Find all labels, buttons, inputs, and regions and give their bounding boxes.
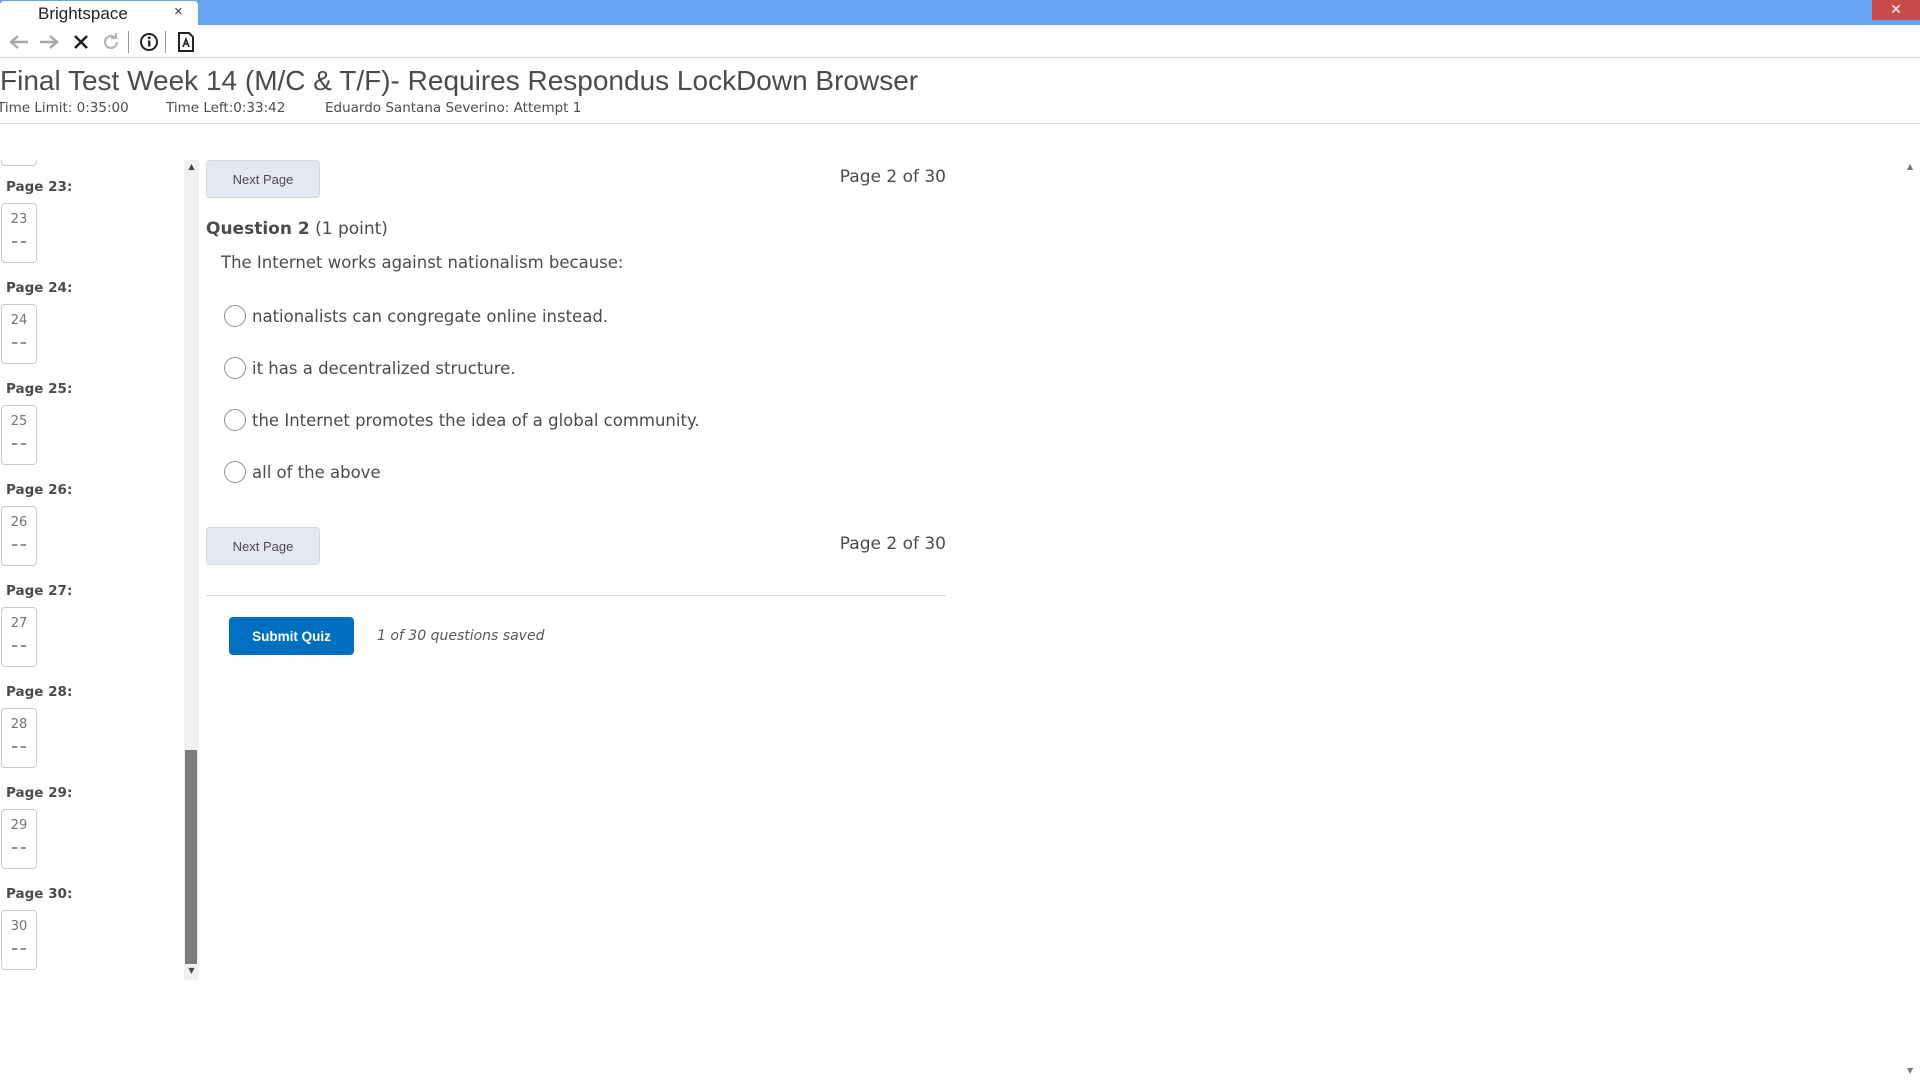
tab-title: Brightspace [38, 4, 128, 23]
submit-quiz-button[interactable]: Submit Quiz [229, 617, 354, 655]
question-number-label: Question 2 [206, 219, 310, 239]
radio-button[interactable] [224, 305, 246, 327]
question-box-partial[interactable] [1, 160, 37, 166]
unanswered-marker [12, 241, 26, 243]
answer-option[interactable]: it has a decentralized structure. [224, 357, 516, 379]
saved-status: 1 of 30 questions saved [377, 628, 545, 644]
title-bar: Brightspace × ✕ [0, 0, 1920, 25]
question-number: 25 [10, 414, 28, 429]
sidebar-scrollbar-thumb[interactable] [185, 750, 197, 964]
unanswered-marker [12, 645, 26, 647]
page-label: Page 30: [6, 886, 73, 902]
next-page-button-bottom[interactable]: Next Page [206, 527, 320, 565]
info-icon[interactable] [136, 29, 162, 55]
browser-toolbar [0, 25, 1920, 58]
unanswered-marker [12, 443, 26, 445]
question-box[interactable]: 28 [1, 708, 37, 768]
unanswered-marker [12, 544, 26, 546]
document-icon[interactable] [173, 29, 199, 55]
quiz-header: Final Test Week 14 (M/C & T/F)- Requires… [0, 59, 1920, 124]
option-label[interactable]: it has a decentralized structure. [252, 359, 516, 378]
question-text: The Internet works against nationalism b… [221, 253, 624, 272]
question-nav-sidebar: Page 23: 23 Page 24: 24 Page 25: 25 Page… [0, 160, 184, 980]
answer-option[interactable]: all of the above [224, 461, 381, 483]
question-box[interactable]: 30 [1, 910, 37, 970]
tab-close-icon[interactable]: × [174, 3, 183, 20]
divider [206, 595, 946, 596]
question-number: 28 [10, 717, 28, 732]
toolbar-divider [165, 31, 166, 53]
unanswered-marker [12, 342, 26, 344]
page-indicator: Page 2 of 30 [839, 167, 946, 187]
browser-tab[interactable]: Brightspace × [0, 1, 198, 25]
main-scrollbar[interactable] [1903, 160, 1920, 1080]
page-label: Page 28: [6, 684, 73, 700]
question-number: 27 [10, 616, 28, 631]
page-label: Page 24: [6, 280, 73, 296]
question-number: 23 [10, 212, 28, 227]
radio-button[interactable] [224, 409, 246, 431]
option-label[interactable]: the Internet promotes the idea of a glob… [252, 411, 700, 430]
question-heading: Question 2 (1 point) [206, 219, 388, 239]
window-close-button[interactable]: ✕ [1872, 0, 1920, 20]
answer-option[interactable]: the Internet promotes the idea of a glob… [224, 409, 700, 431]
unanswered-marker [12, 847, 26, 849]
page-label: Page 25: [6, 381, 73, 397]
page-indicator-bottom: Page 2 of 30 [839, 534, 946, 554]
question-box[interactable]: 27 [1, 607, 37, 667]
reload-icon[interactable] [98, 29, 124, 55]
radio-button[interactable] [224, 461, 246, 483]
scroll-down-icon[interactable]: ▼ [185, 966, 198, 975]
toolbar-divider [128, 31, 129, 53]
main-scroll-down-icon[interactable]: ▼ [1907, 1066, 1913, 1075]
question-number: 30 [10, 919, 28, 934]
question-number: 24 [10, 313, 28, 328]
answer-option[interactable]: nationalists can congregate online inste… [224, 305, 608, 327]
radio-button[interactable] [224, 357, 246, 379]
page-label: Page 26: [6, 482, 73, 498]
option-label[interactable]: all of the above [252, 463, 381, 482]
question-box[interactable]: 25 [1, 405, 37, 465]
stop-icon[interactable] [68, 29, 94, 55]
next-page-button[interactable]: Next Page [206, 160, 320, 198]
page-label: Page 23: [6, 179, 73, 195]
time-limit: Time Limit: 0:35:00 [0, 100, 129, 116]
question-number: 29 [10, 818, 28, 833]
unanswered-marker [12, 948, 26, 950]
time-left: Time Left:0:33:42 [166, 100, 286, 116]
question-box[interactable]: 29 [1, 809, 37, 869]
quiz-title: Final Test Week 14 (M/C & T/F)- Requires… [0, 65, 919, 96]
question-box[interactable]: 23 [1, 203, 37, 263]
back-arrow-icon[interactable] [6, 29, 32, 55]
page-label: Page 27: [6, 583, 73, 599]
main-scroll-up-icon[interactable]: ▲ [1907, 162, 1913, 171]
forward-arrow-icon[interactable] [36, 29, 62, 55]
question-box[interactable]: 26 [1, 506, 37, 566]
question-box[interactable]: 24 [1, 304, 37, 364]
option-label[interactable]: nationalists can congregate online inste… [252, 307, 608, 326]
question-number: 26 [10, 515, 28, 530]
scroll-up-icon[interactable]: ▲ [185, 162, 198, 171]
page-label: Page 29: [6, 785, 73, 801]
question-points: (1 point) [315, 219, 388, 239]
unanswered-marker [12, 746, 26, 748]
attempt-info: Eduardo Santana Severino: Attempt 1 [325, 100, 582, 116]
